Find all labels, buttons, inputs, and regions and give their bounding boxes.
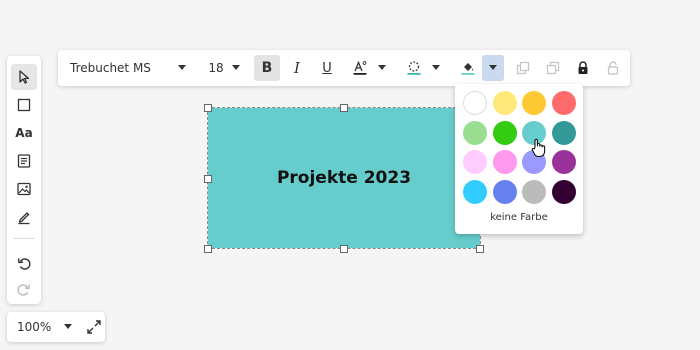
color-swatch[interactable] <box>463 179 487 204</box>
caret-down-icon <box>64 324 72 329</box>
resize-handle-left[interactable] <box>204 175 212 183</box>
bring-forward-button[interactable] <box>512 55 534 81</box>
resize-handle-bottom-right[interactable] <box>476 245 484 253</box>
color-swatch[interactable] <box>463 120 487 145</box>
caret-down-icon <box>432 65 440 70</box>
lock-icon <box>578 61 588 74</box>
square-icon <box>17 98 31 112</box>
format-toolbar: Trebuchet MS 18 B I U <box>58 50 630 86</box>
send-backward-icon <box>546 61 560 75</box>
font-family-dropdown-button[interactable] <box>176 55 188 81</box>
color-swatch[interactable] <box>551 150 576 174</box>
color-swatch[interactable] <box>522 91 546 115</box>
text-color-icon <box>353 60 367 75</box>
undo-icon <box>17 258 31 270</box>
lock-button[interactable] <box>572 55 594 81</box>
border-style-button[interactable] <box>402 55 426 81</box>
fill-color-picker: keine Farbe <box>455 84 583 234</box>
zoom-value[interactable]: 100% <box>17 320 51 334</box>
font-size-select[interactable]: 18 <box>206 55 226 81</box>
send-backward-button[interactable] <box>542 55 564 81</box>
pointer-icon <box>19 70 30 84</box>
no-color-option[interactable]: keine Farbe <box>455 212 583 223</box>
italic-button[interactable]: I <box>286 55 308 81</box>
rectangle-tool-button[interactable] <box>11 92 37 118</box>
font-size-dropdown-button[interactable] <box>230 55 242 81</box>
redo-icon <box>17 284 31 296</box>
paint-bucket-icon <box>461 63 475 75</box>
bring-forward-icon <box>516 61 530 75</box>
redo-button[interactable] <box>11 276 37 302</box>
rectangle-shape[interactable]: Projekte 2023 <box>208 108 480 248</box>
border-style-dropdown-button[interactable] <box>430 55 442 81</box>
resize-handle-top[interactable] <box>340 104 348 112</box>
font-family-select[interactable]: Trebuchet MS <box>70 55 180 81</box>
image-tool-button[interactable] <box>11 176 37 202</box>
note-icon <box>17 154 31 168</box>
fill-color-button[interactable] <box>456 55 480 81</box>
caret-down-icon <box>232 65 240 70</box>
color-swatch[interactable] <box>551 91 576 115</box>
caret-down-icon <box>378 65 386 70</box>
unlock-button[interactable] <box>602 55 624 81</box>
note-tool-button[interactable] <box>11 148 37 174</box>
zoom-control: 100% <box>7 312 105 342</box>
caret-down-icon <box>489 65 497 70</box>
fit-screen-icon[interactable] <box>85 318 103 336</box>
select-tool-button[interactable] <box>11 64 37 90</box>
resize-handle-top-left[interactable] <box>204 104 212 112</box>
color-swatch[interactable] <box>551 120 576 145</box>
hand-cursor-icon <box>531 138 546 158</box>
text-color-button[interactable] <box>348 55 372 81</box>
undo-button[interactable] <box>11 250 37 276</box>
pen-tool-button[interactable] <box>11 204 37 230</box>
unlock-icon <box>607 61 619 75</box>
text-icon: Aa <box>15 126 33 140</box>
zoom-dropdown-button[interactable] <box>61 320 75 334</box>
rail-divider <box>13 238 35 239</box>
color-swatch[interactable] <box>492 120 517 145</box>
tool-rail: Aa <box>7 56 41 304</box>
underline-button[interactable]: U <box>316 55 338 81</box>
text-tool-button[interactable]: Aa <box>11 120 37 146</box>
resize-handle-bottom-left[interactable] <box>204 245 212 253</box>
text-color-dropdown-button[interactable] <box>376 55 388 81</box>
color-swatch[interactable] <box>463 150 487 174</box>
shape-label: Projekte 2023 <box>276 168 412 188</box>
color-swatch[interactable] <box>492 150 517 174</box>
color-swatch[interactable] <box>522 179 546 204</box>
image-icon <box>17 182 31 196</box>
resize-handle-bottom[interactable] <box>340 245 348 253</box>
border-style-icon <box>407 61 421 75</box>
bold-button[interactable]: B <box>254 55 280 81</box>
fill-color-dropdown-button[interactable] <box>482 55 504 81</box>
color-swatch[interactable] <box>551 179 576 204</box>
color-swatch[interactable] <box>492 179 517 204</box>
color-swatch[interactable] <box>492 91 517 115</box>
caret-down-icon <box>178 65 186 70</box>
color-swatch[interactable] <box>463 91 487 115</box>
pen-icon <box>18 212 30 225</box>
